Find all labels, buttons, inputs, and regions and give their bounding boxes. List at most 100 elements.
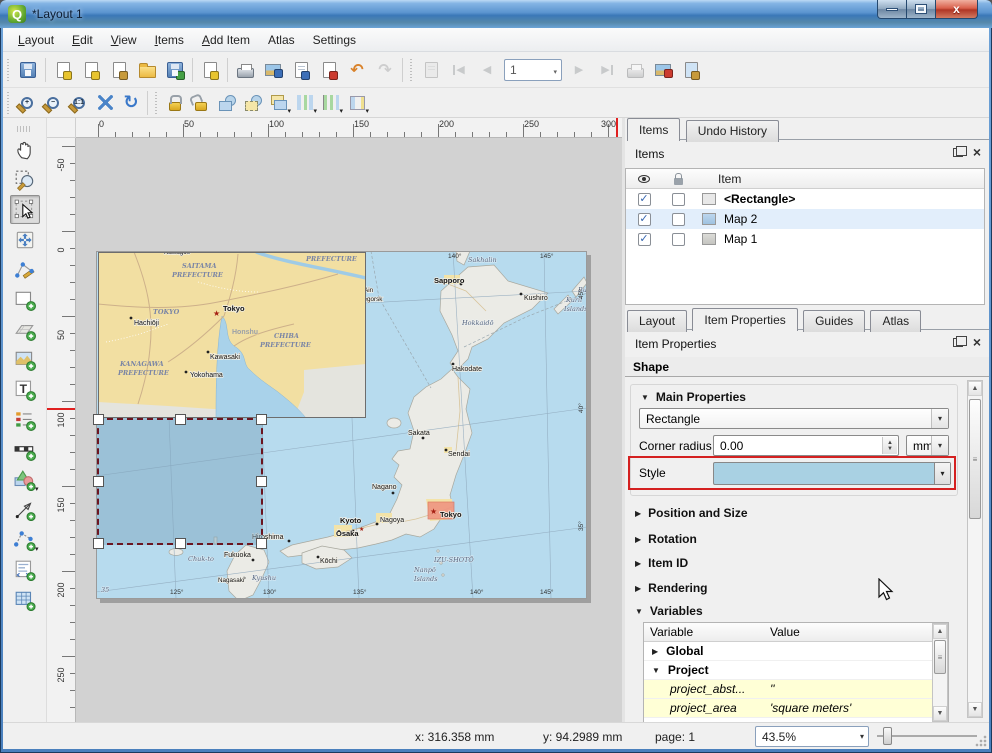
variables-scrollbar[interactable]: ▲ ≡ ▼: [932, 623, 948, 722]
lock-checkbox[interactable]: [672, 233, 685, 246]
zoom-full-button[interactable]: [92, 90, 118, 116]
tab-items[interactable]: Items: [627, 118, 680, 141]
add-picture-button[interactable]: [10, 345, 40, 374]
toolbar-grip[interactable]: [153, 92, 160, 114]
shape-type-select[interactable]: Rectangle ▾: [639, 408, 949, 429]
previous-feature-button[interactable]: ◀: [473, 56, 501, 84]
visibility-checkbox[interactable]: ✓: [638, 193, 651, 206]
close-panel-icon[interactable]: ×: [973, 336, 981, 348]
align-items-button[interactable]: ▾: [292, 90, 318, 116]
pan-tool-button[interactable]: [10, 135, 40, 164]
add-scalebar-button[interactable]: [10, 435, 40, 464]
resize-items-button[interactable]: ▾: [344, 90, 370, 116]
section-item-id[interactable]: ▶Item ID: [635, 556, 688, 570]
resize-handle-e[interactable]: [256, 476, 267, 487]
save-as-template-button[interactable]: [161, 56, 189, 84]
resize-handle-sw[interactable]: [93, 538, 104, 549]
distribute-items-button[interactable]: ▾: [318, 90, 344, 116]
undo-button[interactable]: ↶: [343, 56, 371, 84]
selected-rectangle-item[interactable]: [97, 418, 263, 545]
resize-handle-nw[interactable]: [93, 414, 104, 425]
add-map-button[interactable]: [10, 285, 40, 314]
title-bar[interactable]: Q *Layout 1 x: [0, 0, 992, 28]
preview-atlas-button[interactable]: [417, 56, 445, 84]
menu-view[interactable]: View: [102, 30, 146, 50]
add-legend-button[interactable]: [10, 405, 40, 434]
layout-canvas[interactable]: Sakhalin140°145°AinnegorskSapporoHokkaid…: [76, 138, 622, 722]
item-row-map2[interactable]: ✓ Map 2: [626, 209, 984, 229]
toolbar-grip[interactable]: [408, 59, 415, 81]
corner-radius-spinbox[interactable]: 0.00 ▲▼: [713, 435, 899, 456]
layout-manager-button[interactable]: [105, 56, 133, 84]
zoom-out-button[interactable]: −: [40, 90, 66, 116]
toolbar-grip[interactable]: [5, 92, 12, 114]
lock-items-button[interactable]: [162, 90, 188, 116]
tab-guides[interactable]: Guides: [803, 310, 865, 332]
item-row-rectangle[interactable]: ✓ <Rectangle>: [626, 189, 984, 209]
next-feature-button[interactable]: ▶: [565, 56, 593, 84]
tab-atlas[interactable]: Atlas: [870, 310, 921, 332]
raise-items-button[interactable]: ▾: [266, 90, 292, 116]
new-from-template-button[interactable]: [196, 56, 224, 84]
print-atlas-button[interactable]: [621, 56, 649, 84]
add-label-button[interactable]: T: [10, 375, 40, 404]
visibility-checkbox[interactable]: ✓: [638, 213, 651, 226]
lock-checkbox[interactable]: [672, 193, 685, 206]
atlas-page-field[interactable]: [508, 61, 542, 79]
close-button[interactable]: x: [936, 0, 978, 19]
last-feature-button[interactable]: ▶: [593, 56, 621, 84]
section-position-and-size[interactable]: ▶Position and Size: [635, 506, 748, 520]
print-layout-button[interactable]: [231, 56, 259, 84]
select-move-item-tool-button[interactable]: [10, 195, 40, 224]
duplicate-layout-button[interactable]: [77, 56, 105, 84]
lock-checkbox[interactable]: [672, 213, 685, 226]
section-rendering[interactable]: ▶Rendering: [635, 581, 708, 595]
atlas-settings-button[interactable]: [677, 56, 705, 84]
redo-button[interactable]: ↷: [371, 56, 399, 84]
style-button[interactable]: ▾: [713, 462, 951, 485]
page-dropdown-icon[interactable]: ▾: [553, 68, 557, 76]
properties-scrollbar[interactable]: ▲ ≡ ▼: [967, 380, 983, 718]
close-panel-icon[interactable]: ×: [973, 146, 981, 158]
unlock-items-button[interactable]: [188, 90, 214, 116]
resize-handle-se[interactable]: [256, 538, 267, 549]
item-row-map1[interactable]: ✓ Map 1: [626, 229, 984, 249]
maximize-button[interactable]: [907, 0, 936, 19]
group-items-button[interactable]: [214, 90, 240, 116]
zoom-level-select[interactable]: 43.5% ▾: [755, 726, 869, 747]
zoom-in-button[interactable]: +: [14, 90, 40, 116]
visibility-checkbox[interactable]: ✓: [638, 233, 651, 246]
resize-handle-s[interactable]: [175, 538, 186, 549]
save-project-button[interactable]: [14, 56, 42, 84]
tab-layout[interactable]: Layout: [627, 310, 687, 332]
edit-nodes-item-tool-button[interactable]: [10, 255, 40, 284]
export-image-button[interactable]: [259, 56, 287, 84]
map2-tokyo-inset[interactable]: KawagoeSAITAMAPREFECTUREPREFECTURETOKYOT…: [98, 252, 366, 418]
ungroup-items-button[interactable]: [240, 90, 266, 116]
zoom-actual-button[interactable]: 1:1: [66, 90, 92, 116]
toolbar-grip[interactable]: [5, 59, 12, 81]
add-html-button[interactable]: [10, 555, 40, 584]
menu-settings[interactable]: Settings: [304, 30, 365, 50]
first-feature-button[interactable]: ◀: [445, 56, 473, 84]
atlas-page-input[interactable]: ▾: [504, 59, 562, 81]
add-shape-button[interactable]: ▾: [10, 465, 40, 494]
refresh-button[interactable]: ↻: [118, 90, 144, 116]
zoom-slider[interactable]: [877, 735, 977, 737]
minimize-button[interactable]: [877, 0, 907, 19]
tab-undo-history[interactable]: Undo History: [686, 120, 779, 142]
export-pdf-button[interactable]: [315, 56, 343, 84]
spin-arrows[interactable]: ▲▼: [882, 437, 897, 454]
variables-group-global[interactable]: ▶ Global: [644, 642, 948, 661]
resize-handle-w[interactable]: [93, 476, 104, 487]
add-arrow-button[interactable]: [10, 495, 40, 524]
zoom-slider-handle[interactable]: [883, 727, 892, 745]
move-item-content-tool-button[interactable]: [10, 225, 40, 254]
open-template-button[interactable]: [133, 56, 161, 84]
export-atlas-button[interactable]: [649, 56, 677, 84]
menu-layout[interactable]: Layout: [9, 30, 63, 50]
section-variables[interactable]: ▼Variables: [635, 604, 703, 618]
zoom-tool-button[interactable]: [10, 165, 40, 194]
float-panel-icon[interactable]: [953, 148, 963, 157]
menu-add-item[interactable]: Add Item: [193, 30, 259, 50]
